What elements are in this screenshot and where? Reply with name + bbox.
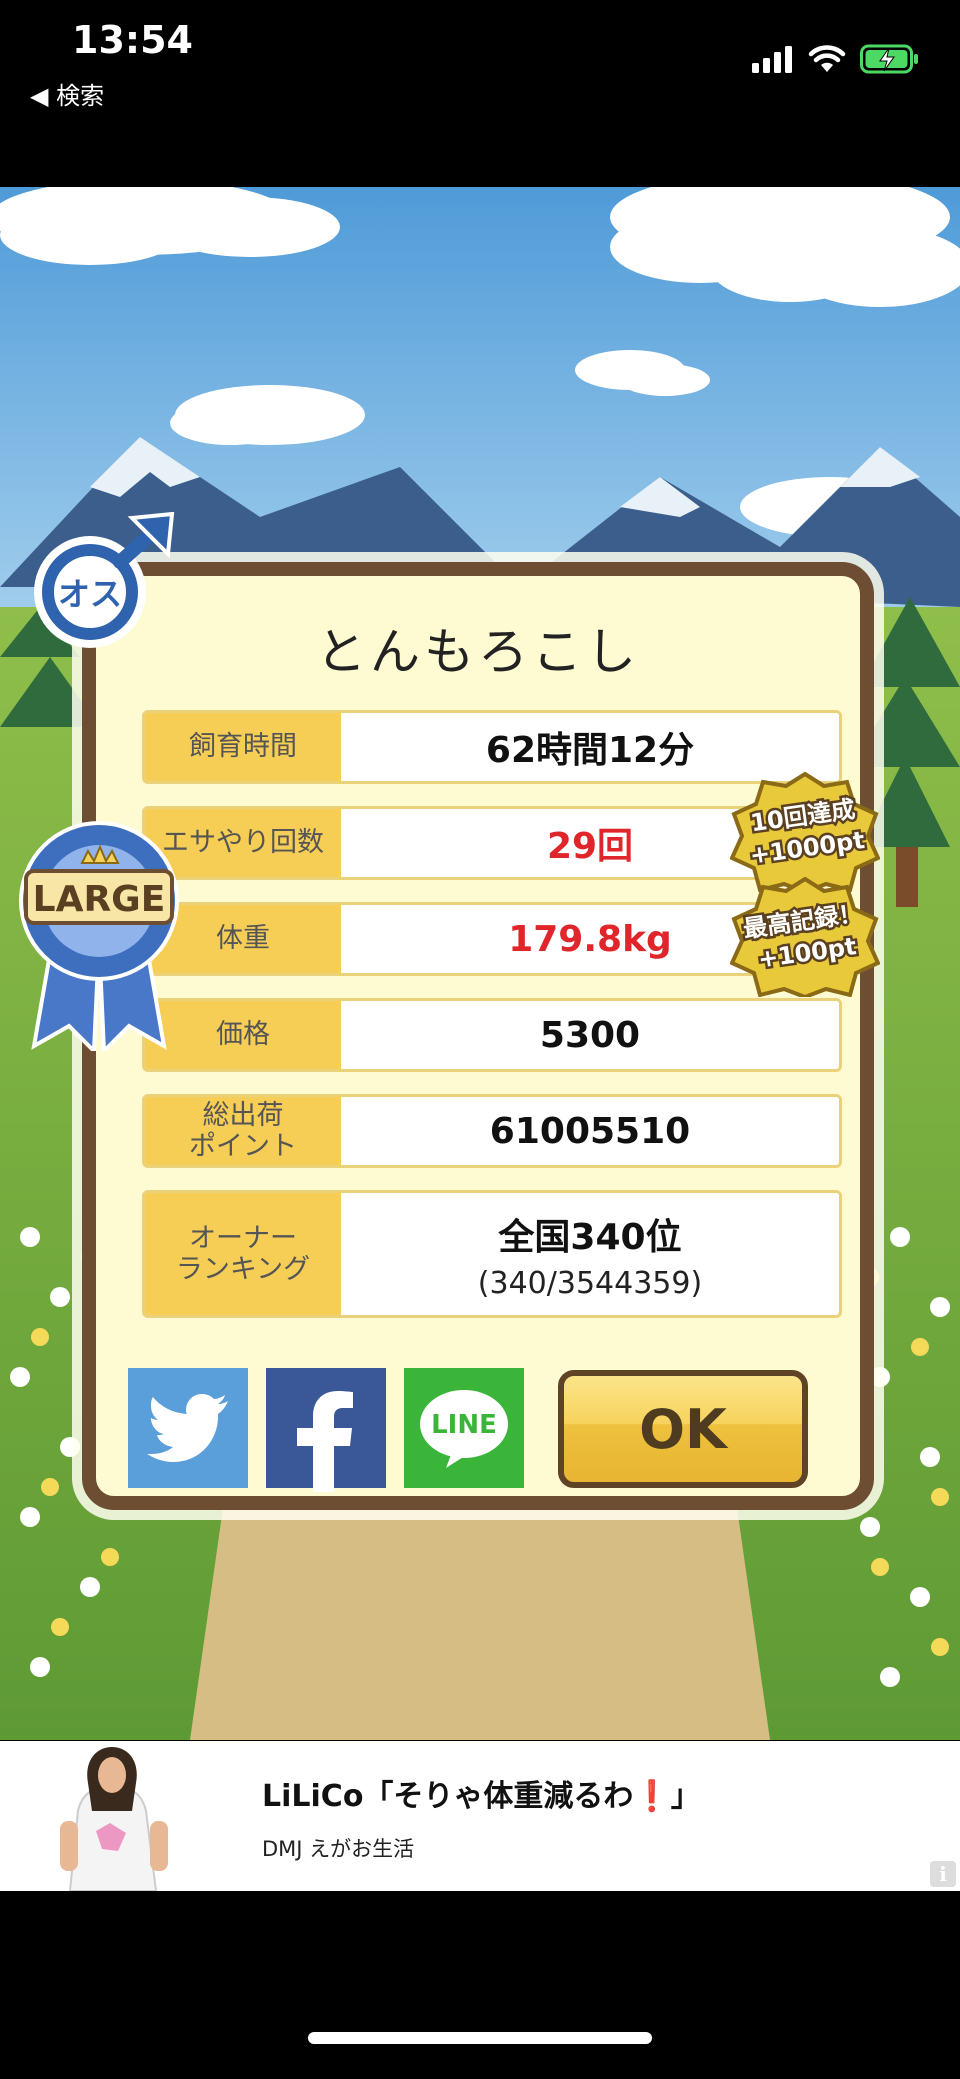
- ad-info-icon[interactable]: i: [930, 1861, 956, 1887]
- stat-value: 5300: [539, 1014, 641, 1056]
- ranking-rank: 全国340位: [498, 1216, 682, 1258]
- battery-charging-icon: [860, 44, 918, 74]
- twitter-share-button[interactable]: [128, 1368, 248, 1488]
- facebook-share-button[interactable]: [266, 1368, 386, 1492]
- ranking-detail: (340/3544359): [477, 1265, 703, 1301]
- result-dialog: とんもろこし 飼育時間 62時間12分 エサやり回数 29回 体重 179.8k…: [82, 562, 874, 1510]
- stat-row-shipment-points: 総出荷 ポイント 61005510: [142, 1094, 842, 1168]
- game-scene: とんもろこし 飼育時間 62時間12分 エサやり回数 29回 体重 179.8k…: [0, 187, 960, 1740]
- male-badge: オス: [34, 512, 175, 648]
- stat-row-owner-ranking: オーナー ランキング 全国340位 (340/3544359): [142, 1190, 842, 1318]
- stat-label: 総出荷 ポイント: [145, 1097, 341, 1165]
- achievement-stamp-best-record: 最高記録！ +100pt: [730, 877, 880, 997]
- ad-advertiser: DMJ えがお生活: [262, 1837, 415, 1861]
- ad-banner[interactable]: LiLiCo「そりゃ体重減るわ❗」 DMJ えがお生活 i: [0, 1741, 960, 1892]
- size-label: LARGE: [33, 879, 166, 920]
- stat-value: 62時間12分: [485, 730, 695, 771]
- facebook-f-icon: [297, 1391, 353, 1492]
- ad-photo: [0, 1741, 225, 1892]
- line-logo-icon: LINE: [420, 1390, 508, 1468]
- stat-label: 飼育時間: [145, 713, 341, 781]
- home-indicator[interactable]: [308, 2032, 652, 2044]
- line-share-button[interactable]: LINE: [404, 1368, 524, 1488]
- ranking-value: 全国340位 (340/3544359): [341, 1193, 839, 1315]
- status-icons: [752, 44, 920, 74]
- stat-value: 61005510: [489, 1110, 691, 1152]
- gender-label: オス: [58, 575, 122, 613]
- ad-title[interactable]: LiLiCo「そりゃ体重減るわ❗」: [262, 1771, 701, 1815]
- stat-label: オーナー ランキング: [145, 1193, 341, 1315]
- back-to-search-link[interactable]: ◀ 検索: [30, 76, 104, 111]
- large-ribbon-badge: LARGE: [19, 821, 179, 1051]
- status-time: 13:54: [72, 18, 193, 62]
- signal-icon: [752, 46, 792, 73]
- twitter-bird-icon: [147, 1394, 228, 1462]
- pig-name: とんもろこし: [316, 623, 640, 681]
- line-logo-text: LINE: [431, 1410, 497, 1440]
- ok-button[interactable]: OK: [558, 1370, 808, 1488]
- wifi-icon: [808, 45, 846, 72]
- achievement-stamp-10-feedings: 10回達成 +1000pt: [730, 772, 880, 892]
- stat-row-price: 価格 5300: [142, 998, 842, 1072]
- ad-person-image: [0, 1741, 225, 1892]
